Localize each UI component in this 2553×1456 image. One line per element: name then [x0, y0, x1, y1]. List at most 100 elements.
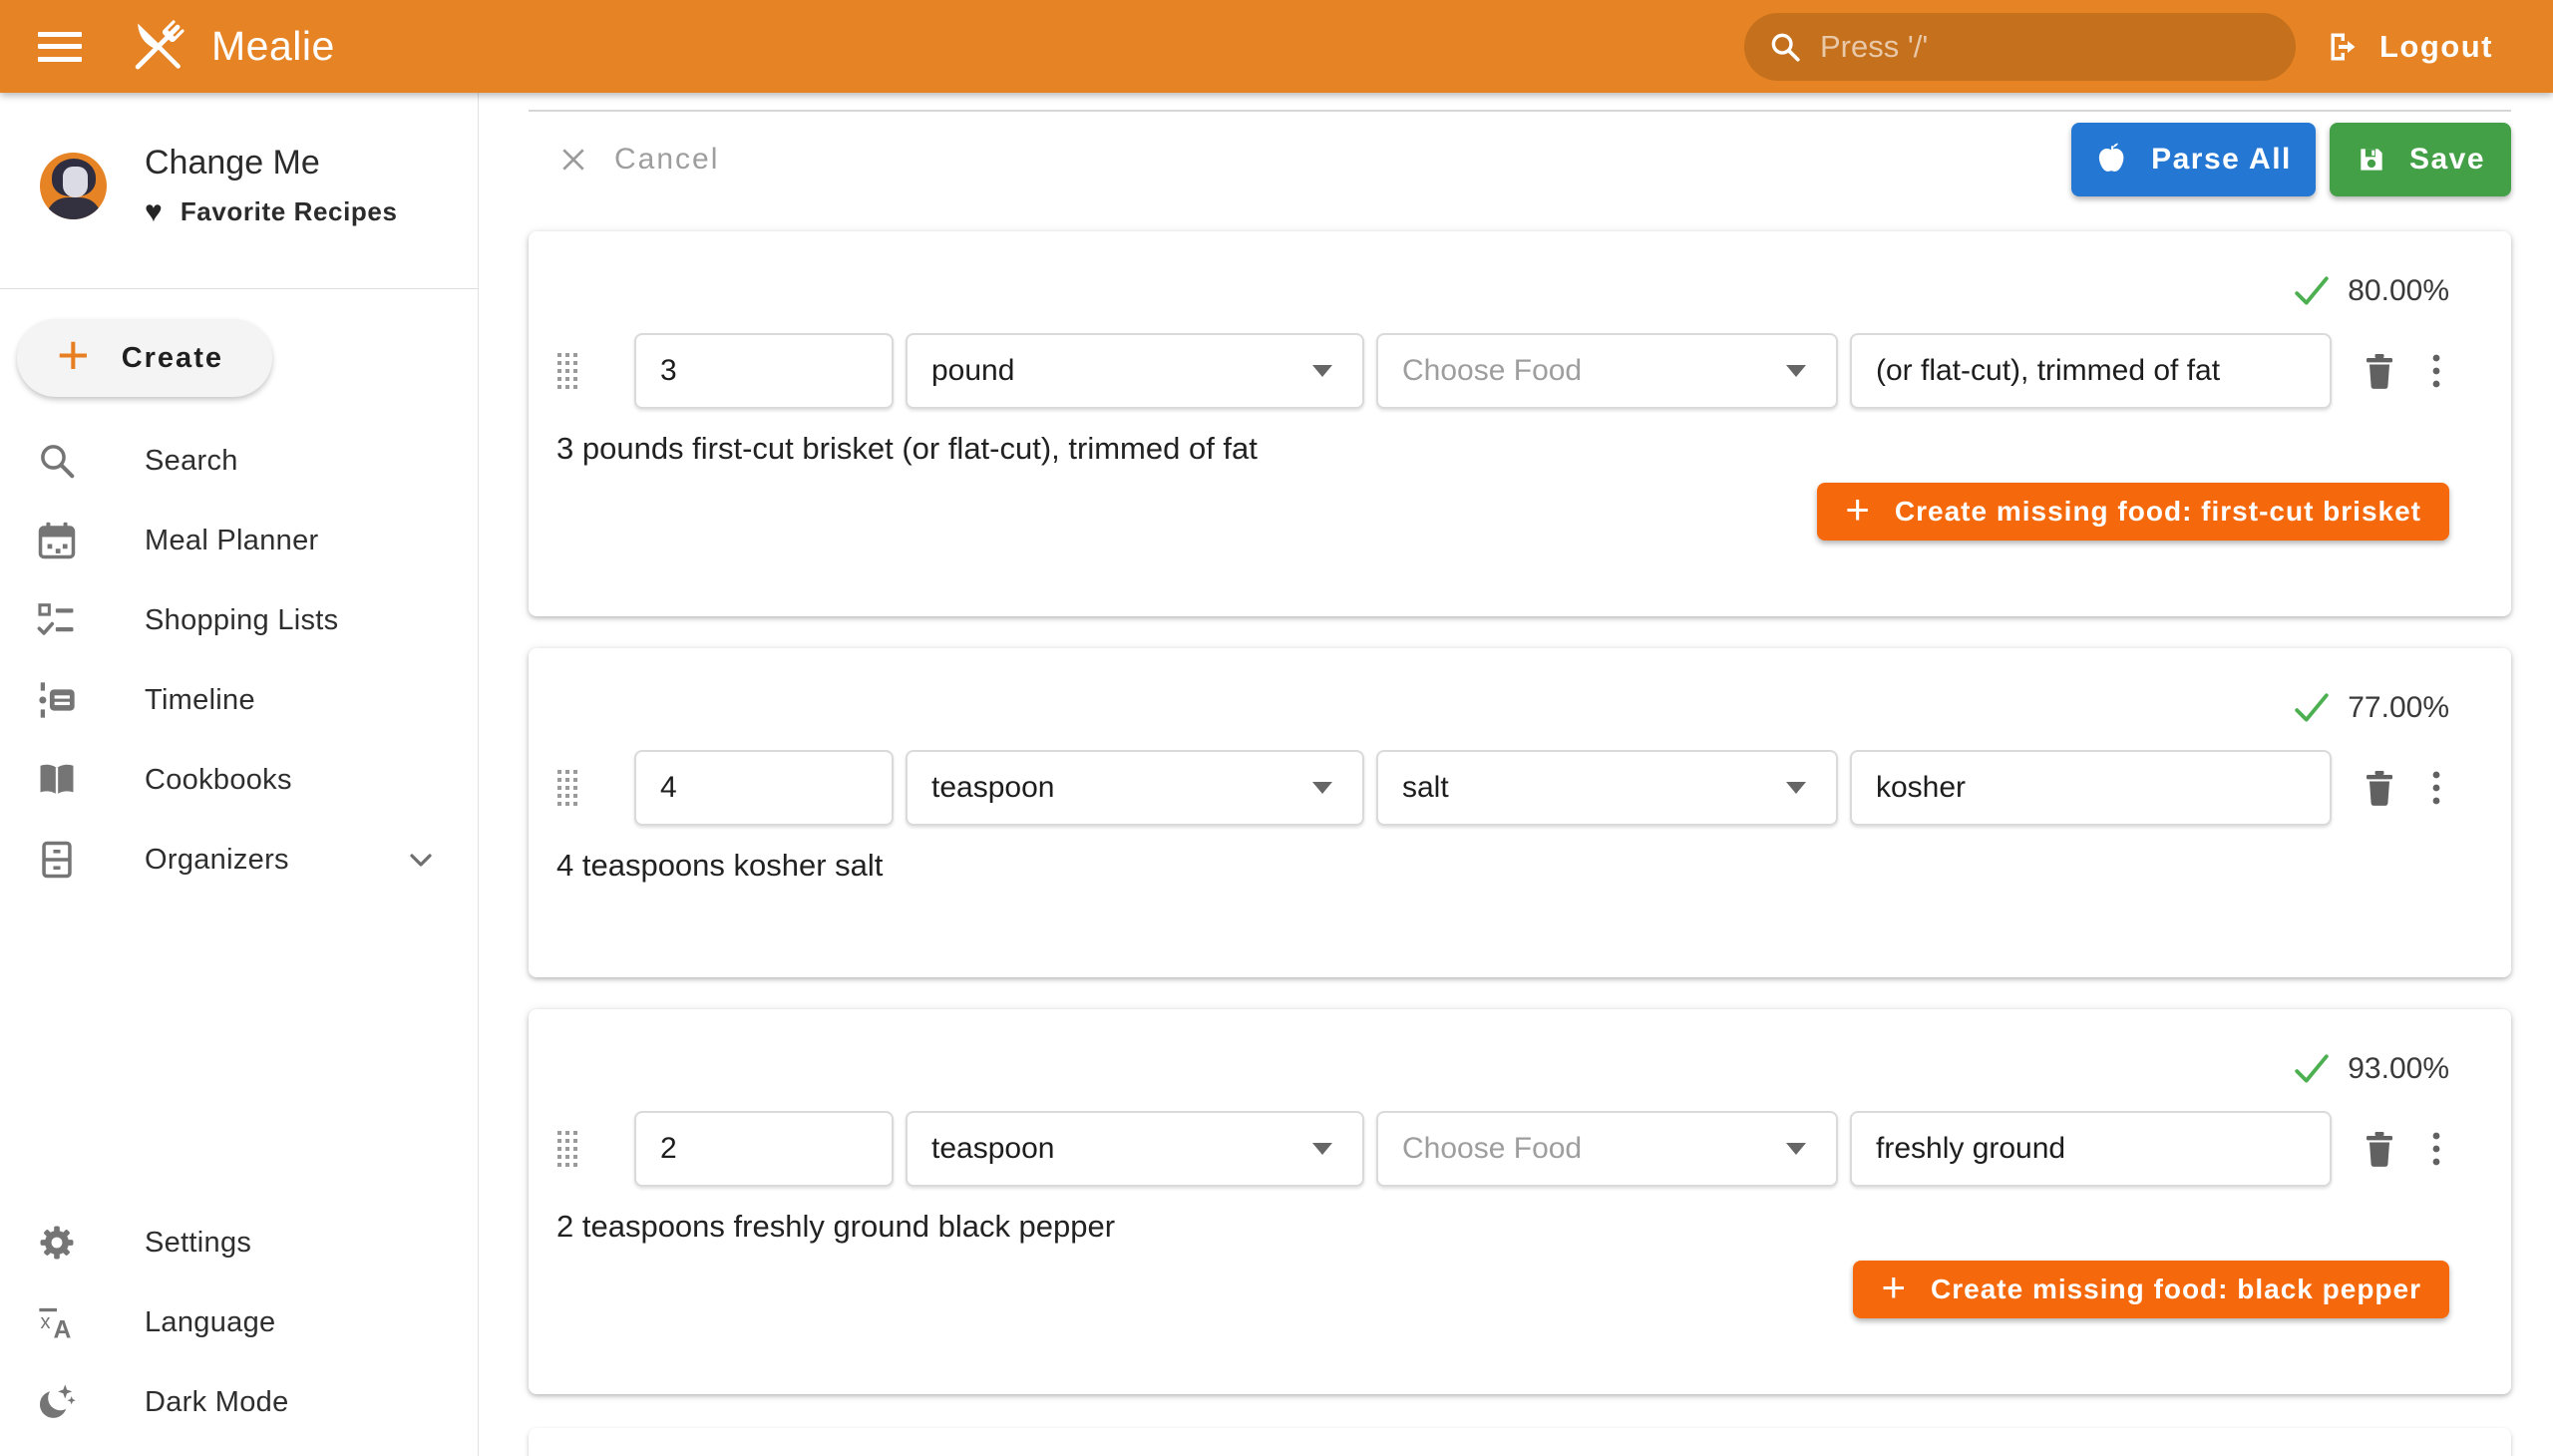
drag-handle-icon[interactable]: [556, 351, 578, 391]
logout-label: Logout: [2379, 29, 2493, 65]
cancel-label: Cancel: [614, 143, 719, 177]
note-input[interactable]: [1850, 333, 2332, 409]
book-icon: [37, 760, 77, 800]
logout-icon: [2324, 29, 2360, 65]
check-icon: [2294, 692, 2330, 724]
favorite-recipes-label: Favorite Recipes: [181, 196, 398, 227]
moon-icon: [37, 1382, 77, 1422]
food-value: salt: [1402, 771, 1786, 805]
gear-icon: [37, 1223, 77, 1263]
sidebar-item-dark-mode[interactable]: Dark Mode: [0, 1362, 478, 1442]
create-missing-food-label: Create missing food: first-cut brisket: [1895, 496, 2421, 528]
ingredient-menu-button[interactable]: [2423, 763, 2449, 813]
ingredient-card: 93.00% teaspoon Choose Food: [529, 1009, 2511, 1394]
menu-icon[interactable]: [38, 32, 82, 62]
missing-food-row: + Create missing food: black pepper: [556, 1261, 2449, 1318]
search-input[interactable]: Press '/': [1744, 13, 2296, 81]
original-ingredient-text: 3 pounds first-cut brisket (or flat-cut)…: [556, 431, 2449, 467]
check-icon: [2294, 275, 2330, 307]
create-missing-food-button[interactable]: + Create missing food: first-cut brisket: [1817, 483, 2449, 541]
sidebar-item-timeline[interactable]: Timeline: [0, 660, 478, 740]
missing-food-row: + Create missing food: first-cut brisket: [556, 483, 2449, 541]
caret-down-icon: [1312, 782, 1332, 794]
cabinet-icon: [37, 840, 77, 880]
cancel-button[interactable]: Cancel: [558, 143, 719, 177]
sidebar-footer: Settings Language Dark Mode: [0, 1203, 478, 1442]
drag-handle-icon[interactable]: [556, 1129, 578, 1169]
delete-ingredient-button[interactable]: [2358, 1124, 2401, 1174]
confidence-row: 80.00%: [556, 231, 2449, 309]
food-placeholder: Choose Food: [1402, 354, 1786, 388]
sidebar-item-label: Shopping Lists: [145, 604, 338, 637]
avatar[interactable]: [40, 153, 107, 219]
note-input[interactable]: [1850, 1111, 2332, 1187]
sidebar-item-language[interactable]: Language: [0, 1282, 478, 1362]
confidence-value: 77.00%: [2348, 691, 2449, 725]
ingredient-fields-row: teaspoon salt: [556, 750, 2449, 826]
sidebar-item-label: Settings: [145, 1227, 251, 1260]
confidence-value: 80.00%: [2348, 274, 2449, 308]
save-label: Save: [2409, 143, 2485, 177]
sidebar-divider: [0, 288, 478, 289]
caret-down-icon: [1312, 1143, 1332, 1155]
save-button[interactable]: Save: [2330, 123, 2511, 196]
unit-value: pound: [931, 354, 1312, 388]
parse-all-label: Parse All: [2151, 143, 2292, 177]
calendar-icon: [37, 521, 77, 560]
food-select[interactable]: Choose Food: [1376, 1111, 1838, 1187]
sidebar-item-organizers[interactable]: Organizers: [0, 820, 478, 900]
sidebar-item-search[interactable]: Search: [0, 421, 478, 501]
parse-all-button[interactable]: Parse All: [2071, 123, 2316, 196]
search-icon: [37, 441, 77, 481]
create-missing-food-button[interactable]: + Create missing food: black pepper: [1853, 1261, 2449, 1318]
sidebar-item-cookbooks[interactable]: Cookbooks: [0, 740, 478, 820]
ingredient-menu-button[interactable]: [2423, 1124, 2449, 1174]
food-select[interactable]: Choose Food: [1376, 333, 1838, 409]
kebab-icon: [2430, 1129, 2442, 1169]
search-placeholder: Press '/': [1820, 29, 1928, 65]
search-icon: [1768, 30, 1802, 64]
sidebar-item-label: Organizers: [145, 844, 289, 877]
sidebar-item-label: Cookbooks: [145, 764, 292, 797]
sidebar-nav: Search Meal Planner Shopping Lists Timel…: [0, 421, 478, 900]
note-input[interactable]: [1850, 750, 2332, 826]
food-placeholder: Choose Food: [1402, 1132, 1786, 1166]
app-header: Mealie Press '/' Logout: [0, 0, 2553, 93]
delete-ingredient-button[interactable]: [2358, 346, 2401, 396]
quantity-input[interactable]: [634, 750, 894, 826]
heart-icon: ♥: [145, 197, 163, 227]
confidence-row: 77.00%: [556, 648, 2449, 726]
caret-down-icon: [1786, 1143, 1806, 1155]
favorite-recipes-link[interactable]: ♥ Favorite Recipes: [145, 196, 398, 227]
logout-button[interactable]: Logout: [2324, 29, 2493, 65]
unit-select[interactable]: teaspoon: [906, 750, 1364, 826]
ingredient-menu-button[interactable]: [2423, 346, 2449, 396]
user-profile[interactable]: Change Me ♥ Favorite Recipes: [0, 93, 478, 238]
quantity-input[interactable]: [634, 1111, 894, 1187]
sidebar-item-settings[interactable]: Settings: [0, 1203, 478, 1282]
create-button[interactable]: + Create: [17, 319, 272, 397]
food-select[interactable]: salt: [1376, 750, 1838, 826]
unit-select[interactable]: pound: [906, 333, 1364, 409]
ingredient-card: 80.00% pound Choose Food: [529, 231, 2511, 616]
ingredient-card: 77.00% teaspoon salt: [529, 648, 2511, 977]
chevron-down-icon[interactable]: [404, 843, 438, 877]
sidebar-item-label: Timeline: [145, 684, 255, 717]
main-content: Cancel Parse All Save 80.00% poun: [479, 93, 2553, 1456]
sidebar-item-label: Meal Planner: [145, 525, 318, 557]
quantity-input[interactable]: [634, 333, 894, 409]
apple-icon: [2095, 143, 2129, 177]
sidebar-item-label: Language: [145, 1306, 275, 1339]
drag-handle-icon[interactable]: [556, 768, 578, 808]
ingredient-fields-row: teaspoon Choose Food: [556, 1111, 2449, 1187]
user-name: Change Me: [145, 144, 398, 182]
sidebar-item-shopping-lists[interactable]: Shopping Lists: [0, 580, 478, 660]
create-missing-food-label: Create missing food: black pepper: [1931, 1274, 2421, 1305]
unit-select[interactable]: teaspoon: [906, 1111, 1364, 1187]
sidebar-item-meal-planner[interactable]: Meal Planner: [0, 501, 478, 580]
unit-value: teaspoon: [931, 771, 1312, 805]
trash-icon: [2363, 768, 2396, 808]
delete-ingredient-button[interactable]: [2358, 763, 2401, 813]
plus-icon: +: [1881, 1264, 1907, 1311]
unit-value: teaspoon: [931, 1132, 1312, 1166]
